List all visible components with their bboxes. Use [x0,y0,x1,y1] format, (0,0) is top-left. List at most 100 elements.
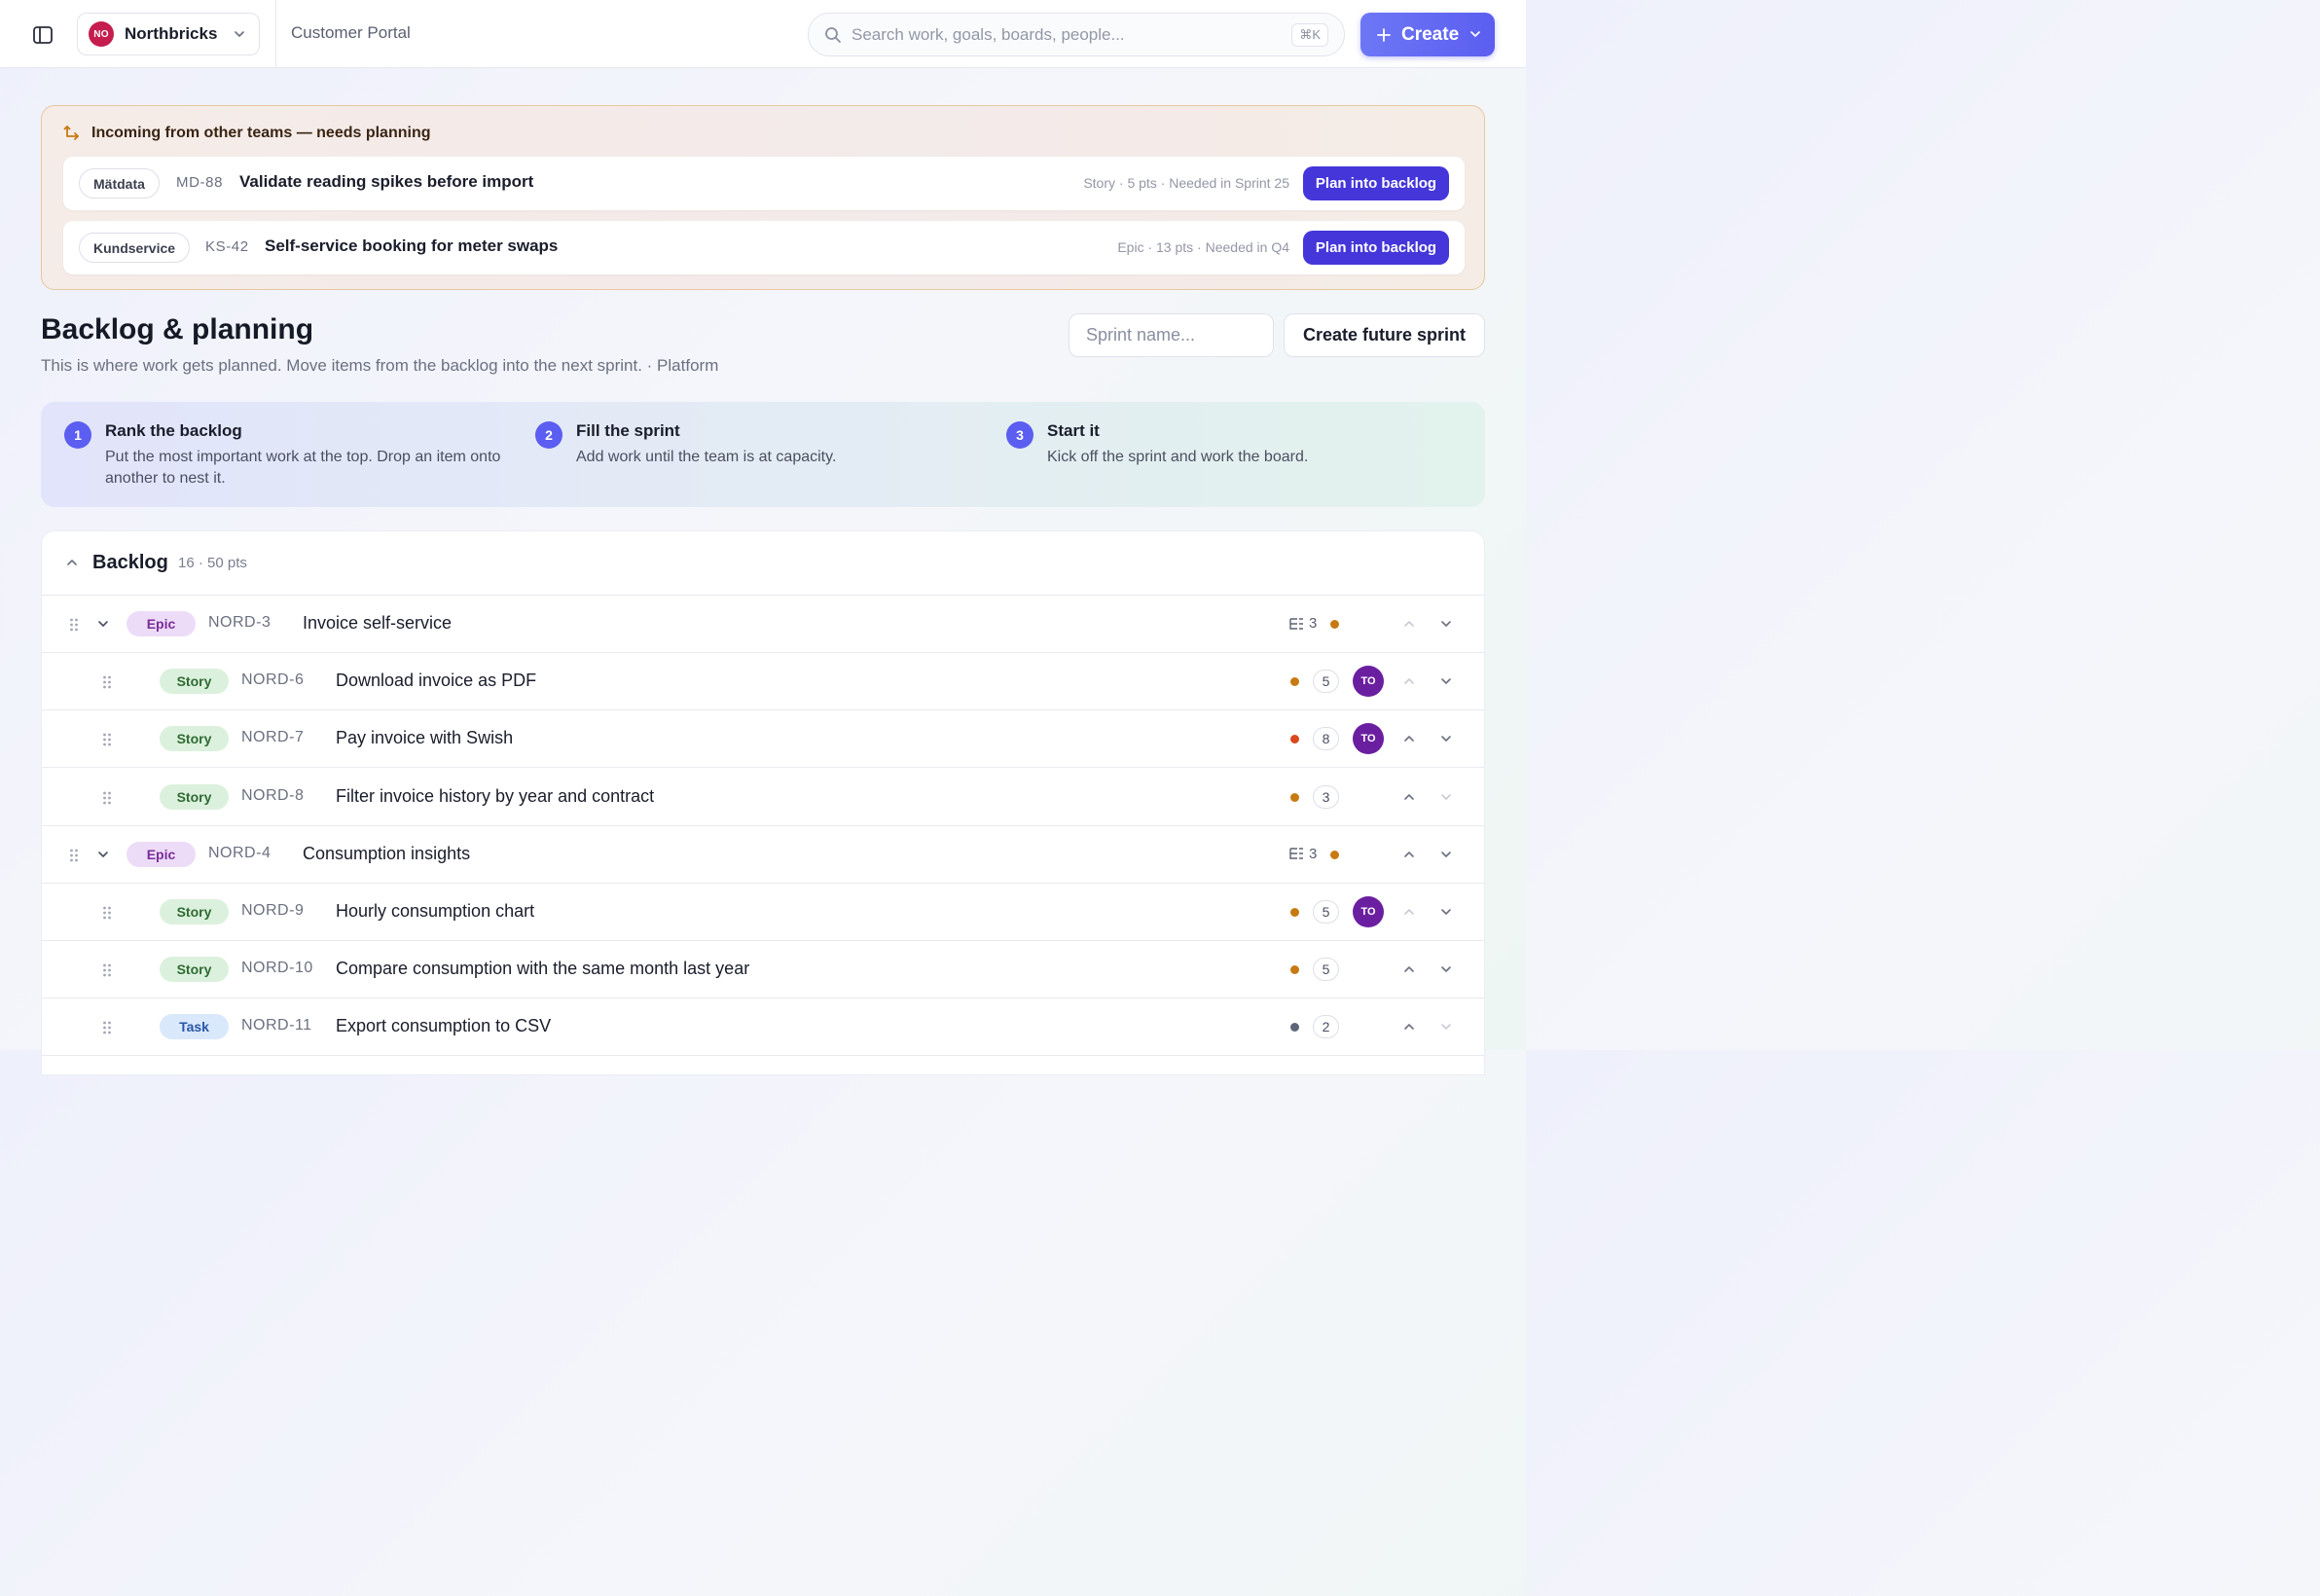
issue-type-badge: Story [160,957,229,983]
assignee-avatar[interactable]: TO [1353,896,1384,927]
issue-row[interactable]: Story NORD-8 Filter invoice history by yea… [42,768,1484,826]
issue-row[interactable]: Task NORD-11 Export consumption to CSV 2 [42,998,1484,1057]
move-up-icon[interactable] [1402,962,1416,981]
issue-title[interactable]: Consumption insights [303,844,470,864]
page-subtitle: This is where work gets planned. Move it… [41,356,719,375]
assignee-avatar[interactable]: TO [1353,666,1384,698]
drag-handle-icon[interactable] [102,732,112,752]
move-down-icon[interactable] [1439,732,1453,750]
move-up-icon[interactable] [1402,848,1416,866]
header-divider [275,0,276,68]
incoming-item-key: MD-88 [176,174,224,191]
move-up-icon[interactable] [1402,674,1416,693]
issue-title[interactable]: Export consumption to CSV [336,1016,551,1036]
story-points-badge: 5 [1313,958,1339,982]
search-input[interactable] [852,24,1280,45]
issue-type-badge: Epic [127,841,196,867]
drag-handle-icon[interactable] [69,617,79,637]
move-up-icon[interactable] [1402,905,1416,924]
child-count-value: 3 [1309,615,1318,632]
step-title: Rank the backlog [105,421,242,440]
step-description: Add work until the team is at capacity. [576,449,837,465]
issue-key: NORD-9 [241,902,305,919]
chevron-down-icon [1470,31,1480,37]
move-down-icon[interactable] [1439,674,1453,693]
plan-into-backlog-button[interactable]: Plan into backlog [1303,231,1449,265]
issue-title[interactable]: Pay invoice with Swish [336,728,513,748]
planning-steps: 1 Rank the backlog Put the most importan… [41,402,1485,507]
step-title: Start it [1047,421,1100,440]
page-title: Backlog & planning [41,313,314,345]
drag-handle-icon[interactable] [102,790,112,811]
incoming-item: Kundservice KS-42 Self-service booking f… [63,221,1465,274]
issue-row[interactable]: Story NORD-7 Pay invoice with Swish 8 TO [42,710,1484,769]
chevron-down-icon [235,31,244,37]
chevron-down-icon[interactable] [96,848,110,866]
issue-row[interactable]: Story NORD-9 Hourly consumption chart 5 TO [42,884,1484,941]
search-bar[interactable]: ⌘K [808,13,1345,56]
priority-dot [1290,677,1299,687]
move-up-icon[interactable] [1402,732,1416,750]
epic-row[interactable]: Epic NORD-3 Invoice self-service 3 [42,596,1484,653]
move-down-icon[interactable] [1439,790,1453,809]
workspace-avatar: NO [89,21,114,47]
story-points-badge: 5 [1313,900,1339,924]
move-down-icon[interactable] [1439,962,1453,981]
search-icon [825,26,841,43]
incoming-title: Incoming from other teams — needs planni… [91,125,431,141]
incoming-item-title[interactable]: Self-service booking for meter swaps [265,236,558,256]
story-points-badge: 2 [1313,1015,1339,1039]
priority-dot [1330,850,1339,859]
issue-row[interactable]: Story NORD-10 Compare consumption with the… [42,941,1484,999]
step-number: 2 [535,421,562,449]
move-down-icon[interactable] [1439,905,1453,924]
drag-handle-icon[interactable] [102,1020,112,1040]
move-up-icon[interactable] [1402,1020,1416,1038]
team-chip: Mätdata [79,168,160,199]
issue-type-badge: Story [160,783,229,810]
sprint-name-input[interactable] [1069,313,1274,357]
move-down-icon[interactable] [1439,848,1453,866]
team-chip: Kundservice [79,233,191,263]
issue-type-badge: Story [160,669,229,695]
move-up-icon[interactable] [1402,790,1416,809]
sidebar-toggle-button[interactable] [28,20,57,50]
drag-handle-icon[interactable] [102,674,112,695]
workspace-switcher[interactable]: NO Northbricks [77,13,260,55]
issue-title[interactable]: Download invoice as PDF [336,671,536,691]
child-count-value: 3 [1309,845,1318,862]
workspace-name: Northbricks [125,24,218,43]
project-name[interactable]: Customer Portal [291,23,411,43]
chevron-up-icon[interactable] [65,556,79,569]
issue-type-badge: Story [160,726,229,752]
create-future-sprint-button[interactable]: Create future sprint [1284,313,1485,357]
incoming-item: Mätdata MD-88 Validate reading spikes be… [63,157,1465,210]
step-number: 1 [64,421,91,449]
epic-row[interactable]: Epic NORD-4 Consumption insights 3 [42,825,1484,884]
drag-handle-icon[interactable] [69,848,79,868]
assignee-avatar[interactable]: TO [1353,723,1384,755]
incoming-requests-panel: Incoming from other teams — needs planni… [41,105,1485,290]
sidebar-panel-icon [33,26,53,44]
create-button[interactable]: Create [1360,13,1495,56]
incoming-item-title[interactable]: Validate reading spikes before import [239,172,533,192]
plan-into-backlog-button[interactable]: Plan into backlog [1303,166,1449,200]
issue-key: NORD-4 [208,844,272,861]
issue-row[interactable]: Story NORD-6 Download invoice as PDF 5 TO [42,653,1484,711]
issue-title[interactable]: Compare consumption with the same month … [336,959,749,979]
drag-handle-icon[interactable] [102,962,112,983]
drag-handle-icon[interactable] [102,905,112,925]
issue-type-badge: Story [160,899,229,925]
issue-title[interactable]: Hourly consumption chart [336,901,534,922]
move-down-icon[interactable] [1439,617,1453,635]
issue-title[interactable]: Filter invoice history by year and contr… [336,786,654,807]
backlog-count: 16 · 50 pts [178,555,247,571]
move-up-icon[interactable] [1402,617,1416,635]
issue-type-badge: Task [160,1014,229,1040]
incoming-item-meta: Story · 5 pts · Needed in Sprint 25 [1083,175,1289,191]
step-description: Kick off the sprint and work the board. [1047,449,1309,465]
issue-title[interactable]: Invoice self-service [303,613,452,634]
move-down-icon[interactable] [1439,1020,1453,1038]
issue-key: NORD-10 [241,960,313,977]
chevron-down-icon[interactable] [96,617,110,635]
